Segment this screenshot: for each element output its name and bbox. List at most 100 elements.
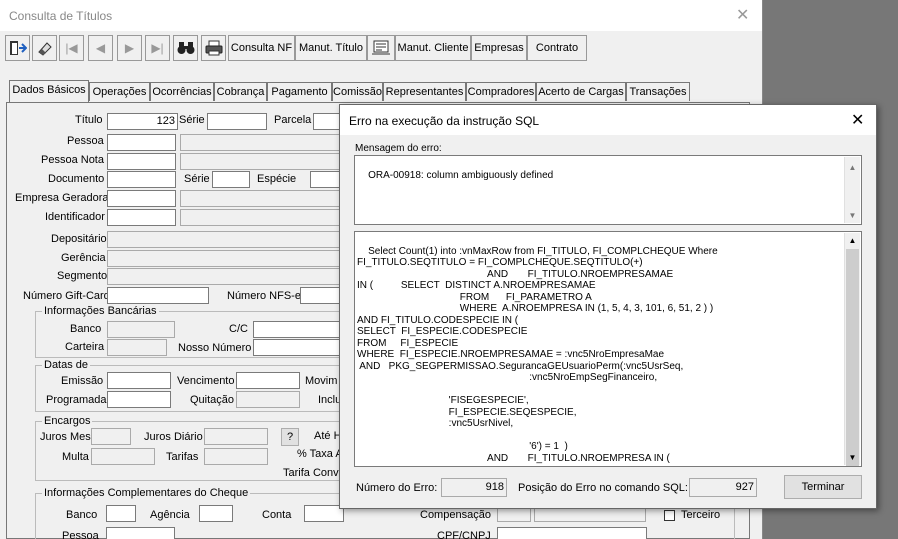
scroll-up-icon[interactable]: ▲ — [845, 233, 860, 248]
last-record-button[interactable]: ▶| — [145, 35, 170, 61]
pessoa2-input[interactable] — [106, 527, 175, 539]
empresas-button[interactable]: Empresas — [471, 35, 527, 61]
inclu-label: Inclu — [318, 394, 342, 406]
nfse-input[interactable] — [300, 287, 342, 304]
tab-comissao[interactable]: Comissão — [332, 82, 383, 101]
tab-compradores[interactable]: Compradores — [466, 82, 536, 101]
taxa-label: % Taxa A — [297, 448, 343, 460]
contrato-button[interactable]: Contrato — [527, 35, 587, 61]
segmento-field — [107, 268, 342, 285]
agencia-input[interactable] — [199, 505, 233, 522]
error-message-box[interactable]: ORA-00918: column ambiguously defined ▲ … — [354, 155, 862, 225]
pessoa-name-field — [180, 134, 342, 151]
serie-input[interactable] — [207, 113, 267, 130]
exit-icon — [9, 41, 27, 55]
cpf-input[interactable] — [497, 527, 647, 539]
ate-label: Até H — [314, 430, 342, 442]
movim-label: Movim — [305, 375, 338, 387]
close-icon[interactable]: ✕ — [736, 5, 749, 25]
prev-record-button[interactable]: ◀ — [88, 35, 113, 61]
first-record-icon: |◀ — [65, 41, 78, 55]
quitacao-field — [236, 391, 300, 408]
cc-input[interactable] — [253, 321, 342, 338]
posicao-label: Posição do Erro no comando SQL: — [518, 482, 688, 494]
programada-label: Programada — [46, 394, 107, 406]
sql-text: Select Count(1) into :vnMaxRow from FI_T… — [357, 245, 718, 464]
scroll-up-icon[interactable]: ▲ — [845, 160, 860, 175]
sql-scrollbar[interactable]: ▲ ▼ — [844, 233, 860, 466]
sql-error-dialog: Erro na execução da instrução SQL ✕ Mens… — [339, 104, 877, 509]
help-button[interactable]: ? — [281, 428, 299, 446]
pessoa-nota-label: Pessoa Nota — [41, 154, 104, 166]
documento-label: Documento — [48, 173, 105, 185]
tab-cobranca[interactable]: Cobrança — [214, 82, 267, 101]
vencimento-label: Vencimento — [177, 375, 235, 387]
next-record-icon: ▶ — [124, 41, 135, 55]
print-button[interactable] — [201, 35, 226, 61]
first-record-button[interactable]: |◀ — [59, 35, 84, 61]
pessoa-nota-input[interactable] — [107, 153, 176, 170]
gerencia-label: Gerência — [61, 252, 106, 264]
document-button[interactable] — [367, 35, 395, 61]
manut-titulo-button[interactable]: Manut. Título — [295, 35, 367, 61]
scroll-thumb[interactable] — [846, 249, 859, 466]
datas-group-label: Datas de — [42, 359, 91, 371]
sql-text-box[interactable]: Select Count(1) into :vnMaxRow from FI_T… — [354, 231, 862, 467]
banco2-input[interactable] — [106, 505, 136, 522]
banco2-label: Banco — [66, 509, 98, 521]
tab-acerto-de-cargas[interactable]: Acerto de Cargas — [536, 82, 626, 101]
exit-button[interactable] — [5, 35, 30, 61]
terminar-button[interactable]: Terminar — [784, 475, 862, 499]
gerencia-field — [107, 250, 342, 267]
terceiro-checkbox[interactable] — [664, 510, 675, 521]
tab-transacoes[interactable]: Transações — [626, 82, 690, 101]
tab-ocorrencias[interactable]: Ocorrências — [150, 82, 214, 101]
pessoa-input[interactable] — [107, 134, 176, 151]
tarifas-label: Tarifas — [166, 451, 199, 463]
binoculars-icon — [177, 42, 194, 54]
manut-cliente-button[interactable]: Manut. Cliente — [395, 35, 471, 61]
next-record-button[interactable]: ▶ — [117, 35, 142, 61]
conta-input[interactable] — [304, 505, 344, 522]
juros-mes-label: Juros Mes — [40, 431, 91, 443]
tab-dados-basicos[interactable]: Dados Básicos — [9, 80, 89, 102]
vencimento-input[interactable] — [236, 372, 300, 389]
empresa-geradora-input[interactable] — [107, 190, 176, 207]
serie2-input[interactable] — [212, 171, 250, 188]
multa-label: Multa — [62, 451, 89, 463]
parcela-input[interactable] — [313, 113, 341, 130]
close-icon[interactable]: ✕ — [851, 110, 864, 130]
conta-label: Conta — [262, 509, 292, 521]
tab-operacoes[interactable]: Operações — [89, 82, 150, 101]
compensacao-label: Compensação — [420, 509, 491, 521]
search-button[interactable] — [173, 35, 198, 61]
scroll-down-icon[interactable]: ▼ — [845, 208, 860, 223]
nosso-numero-label: Nosso Número — [178, 342, 252, 354]
nosso-numero-input[interactable] — [253, 339, 342, 356]
scroll-down-icon[interactable]: ▼ — [845, 450, 860, 465]
documento-input[interactable] — [107, 171, 176, 188]
num-erro-label: Número do Erro: — [356, 482, 438, 494]
programada-input[interactable] — [107, 391, 171, 408]
especie-label: Espécie — [257, 173, 297, 185]
multa-field — [91, 448, 155, 465]
emissao-input[interactable] — [107, 372, 171, 389]
identificador-label: Identificador — [45, 211, 105, 223]
gift-card-input[interactable] — [107, 287, 209, 304]
agencia-label: Agência — [150, 509, 190, 521]
consulta-nf-button[interactable]: Consulta NF — [228, 35, 295, 61]
message-scrollbar[interactable]: ▲ ▼ — [844, 157, 860, 223]
tab-pagamento[interactable]: Pagamento — [267, 82, 332, 101]
carteira-label: Carteira — [65, 341, 105, 353]
tab-representantes[interactable]: Representantes — [383, 82, 466, 101]
titulo-input[interactable]: 123 — [107, 113, 178, 130]
especie-input[interactable] — [310, 171, 342, 188]
identificador-input[interactable] — [107, 209, 176, 226]
dialog-title-bar: Erro na execução da instrução SQL ✕ — [340, 105, 876, 135]
document-icon — [372, 40, 390, 55]
emissao-label: Emissão — [61, 375, 104, 387]
titulo-label: Título — [75, 114, 103, 126]
tarifas-field — [204, 448, 268, 465]
eraser-button[interactable] — [32, 35, 57, 61]
juros-mes-field — [91, 428, 131, 445]
